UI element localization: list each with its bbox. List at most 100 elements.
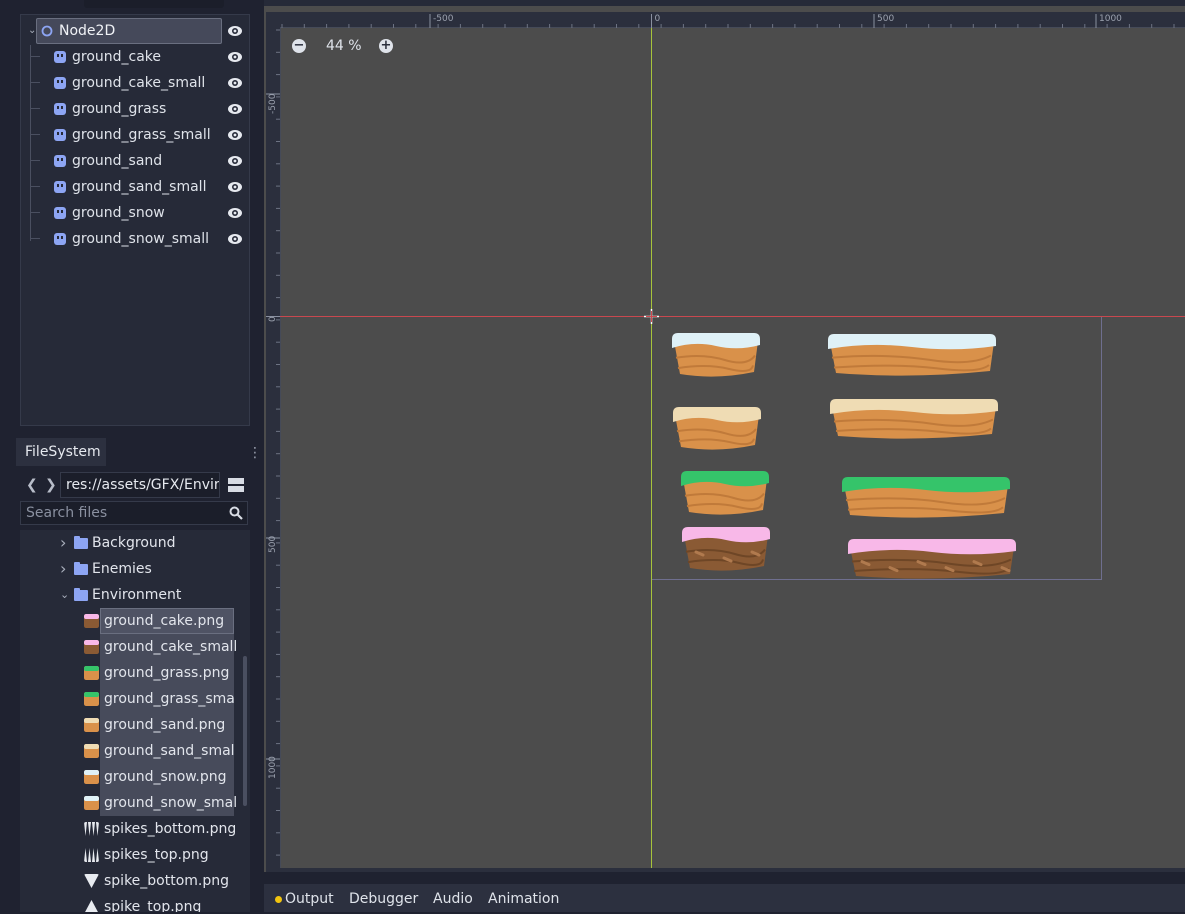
visibility-eye-icon[interactable]: [227, 50, 243, 64]
tree-row-ground-snow[interactable]: ground_snow: [21, 200, 249, 226]
node2d-icon: [41, 25, 53, 37]
ground-sand-small-sprite[interactable]: [673, 407, 761, 450]
chevron-down-icon[interactable]: ⌄: [60, 582, 69, 608]
node-label: ground_cake_small: [72, 75, 206, 91]
filter-nodes-input[interactable]: Filter nodes: [84, 0, 224, 8]
file-label: ground_snow_smal: [104, 795, 238, 811]
file-row[interactable]: ground_sand.png: [20, 712, 250, 738]
file-label: spike_bottom.png: [104, 873, 230, 889]
tree-row-ground-cake-small[interactable]: ground_cake_small: [21, 70, 249, 96]
scrollbar[interactable]: [243, 656, 247, 806]
visibility-eye-icon[interactable]: [227, 180, 243, 194]
ground-snow-sprite[interactable]: [828, 334, 996, 376]
ground-cake-sprite[interactable]: [848, 539, 1016, 579]
visibility-eye-icon[interactable]: [227, 232, 243, 246]
node-label: ground_grass: [72, 101, 167, 117]
ruler-left-label: 500: [268, 535, 278, 553]
back-arrow-icon[interactable]: ❮: [26, 472, 38, 498]
path-input[interactable]: res://assets/GFX/Envir: [60, 472, 220, 498]
folder-icon: [74, 536, 88, 549]
filesystem-tab[interactable]: FileSystem: [16, 438, 106, 466]
spikes-bottom-thumbnail-icon: [84, 822, 99, 836]
file-label: ground_cake_small: [104, 639, 238, 655]
bottom-panel: Output Debugger Audio Animation: [264, 884, 1185, 912]
tab-debugger[interactable]: Debugger: [349, 884, 418, 914]
tree-row-ground-sand[interactable]: ground_sand: [21, 148, 249, 174]
tree-guide-branch: [30, 108, 40, 109]
file-tree: › Background › Enemies ⌄ Environment ground_c…: [20, 530, 250, 912]
zoom-level-label[interactable]: 44 %: [326, 36, 362, 56]
origin-crosshair-icon: [644, 309, 659, 324]
viewport-bottom-edge: [266, 868, 1185, 872]
folder-row-environment[interactable]: ⌄ Environment: [20, 582, 250, 608]
file-row[interactable]: spikes_top.png: [20, 842, 250, 868]
sprite-node-icon: [54, 233, 66, 245]
tree-row-ground-sand-small[interactable]: ground_sand_small: [21, 174, 249, 200]
tree-row-root[interactable]: ⌄ Node2D: [21, 18, 249, 44]
file-row[interactable]: ground_snow.png: [20, 764, 250, 790]
ground-cake-small-sprite[interactable]: [682, 527, 770, 571]
folder-icon: [74, 562, 88, 575]
scene-tree: ⌄ Node2D ground_cake ground_cake_smallgro…: [20, 14, 250, 426]
file-row[interactable]: ground_snow_smal: [20, 790, 250, 816]
node-label: ground_snow: [72, 205, 165, 221]
file-row[interactable]: ground_grass.png: [20, 660, 250, 686]
file-row[interactable]: spike_top.png: [20, 894, 250, 912]
tree-row-ground-snow-small[interactable]: ground_snow_small: [21, 226, 249, 252]
sprite-node-icon: [54, 155, 66, 167]
file-row[interactable]: spike_bottom.png: [20, 868, 250, 894]
sprite-node-icon: [54, 51, 66, 63]
tab-animation[interactable]: Animation: [488, 884, 559, 914]
chevron-right-icon[interactable]: ›: [60, 556, 66, 582]
node-label: ground_snow_small: [72, 231, 210, 247]
zoom-in-button[interactable]: +: [379, 39, 393, 53]
folder-row-background[interactable]: › Background: [20, 530, 250, 556]
visibility-eye-icon[interactable]: [227, 206, 243, 220]
ground-sand-sprite[interactable]: [830, 399, 998, 439]
file-row[interactable]: ground_grass_sma: [20, 686, 250, 712]
dock-menu-icon[interactable]: ⋮: [248, 444, 262, 462]
chevron-down-icon[interactable]: ⌄: [28, 18, 36, 44]
file-row[interactable]: ground_cake.png: [20, 608, 250, 634]
visibility-eye-icon[interactable]: [227, 128, 243, 142]
file-label: ground_grass.png: [104, 665, 230, 681]
node-label: ground_sand: [72, 153, 163, 169]
file-row[interactable]: spikes_bottom.png: [20, 816, 250, 842]
sprite-node-icon: [54, 129, 66, 141]
folder-row-enemies[interactable]: › Enemies: [20, 556, 250, 582]
tree-guide-branch: [30, 238, 40, 239]
search-files-input[interactable]: Search files: [20, 501, 248, 525]
tree-row-ground-grass-small[interactable]: ground_grass_small: [21, 122, 249, 148]
ground-grass-small-sprite[interactable]: [681, 471, 769, 515]
folder-icon: [74, 588, 88, 601]
chevron-right-icon[interactable]: ›: [60, 530, 66, 556]
tree-guide-branch: [30, 82, 40, 83]
scene-dock: Filter nodes ⌄ Node2D ground_cake ground_…: [16, 0, 254, 430]
forward-arrow-icon[interactable]: ❯: [45, 472, 57, 498]
tree-guide-branch: [30, 186, 40, 187]
tree-row-ground-cake[interactable]: ground_cake: [21, 44, 249, 70]
tab-output[interactable]: Output: [285, 884, 334, 914]
tree-row-ground-grass[interactable]: ground_grass: [21, 96, 249, 122]
spike-bottom-thumbnail-icon: [84, 874, 99, 888]
ground-snow-small-sprite[interactable]: [672, 333, 760, 377]
scene-toolbar: Filter nodes: [16, 0, 254, 10]
split-view-icon[interactable]: [228, 477, 244, 493]
search-icon: [229, 506, 243, 520]
tab-audio[interactable]: Audio: [433, 884, 473, 914]
spike-top-thumbnail-icon: [85, 900, 98, 912]
visibility-eye-icon[interactable]: [227, 24, 243, 38]
visibility-eye-icon[interactable]: [227, 154, 243, 168]
ruler-top-ticks: [281, 14, 1175, 28]
ground-grass-sprite[interactable]: [842, 477, 1010, 518]
file-row[interactable]: ground_cake_small: [20, 634, 250, 660]
node-label: ground_cake: [72, 49, 162, 65]
file-row[interactable]: ground_sand_smal: [20, 738, 250, 764]
canvas-viewport[interactable]: − 44 % + -500 0 500 1000 -500 0 500 1000: [264, 0, 1185, 872]
ruler-top-label: -500: [433, 14, 454, 24]
sprite-layer: [672, 333, 1016, 579]
visibility-eye-icon[interactable]: [227, 76, 243, 90]
zoom-out-button[interactable]: −: [292, 39, 306, 53]
sprite-node-icon: [54, 103, 66, 115]
visibility-eye-icon[interactable]: [227, 102, 243, 116]
